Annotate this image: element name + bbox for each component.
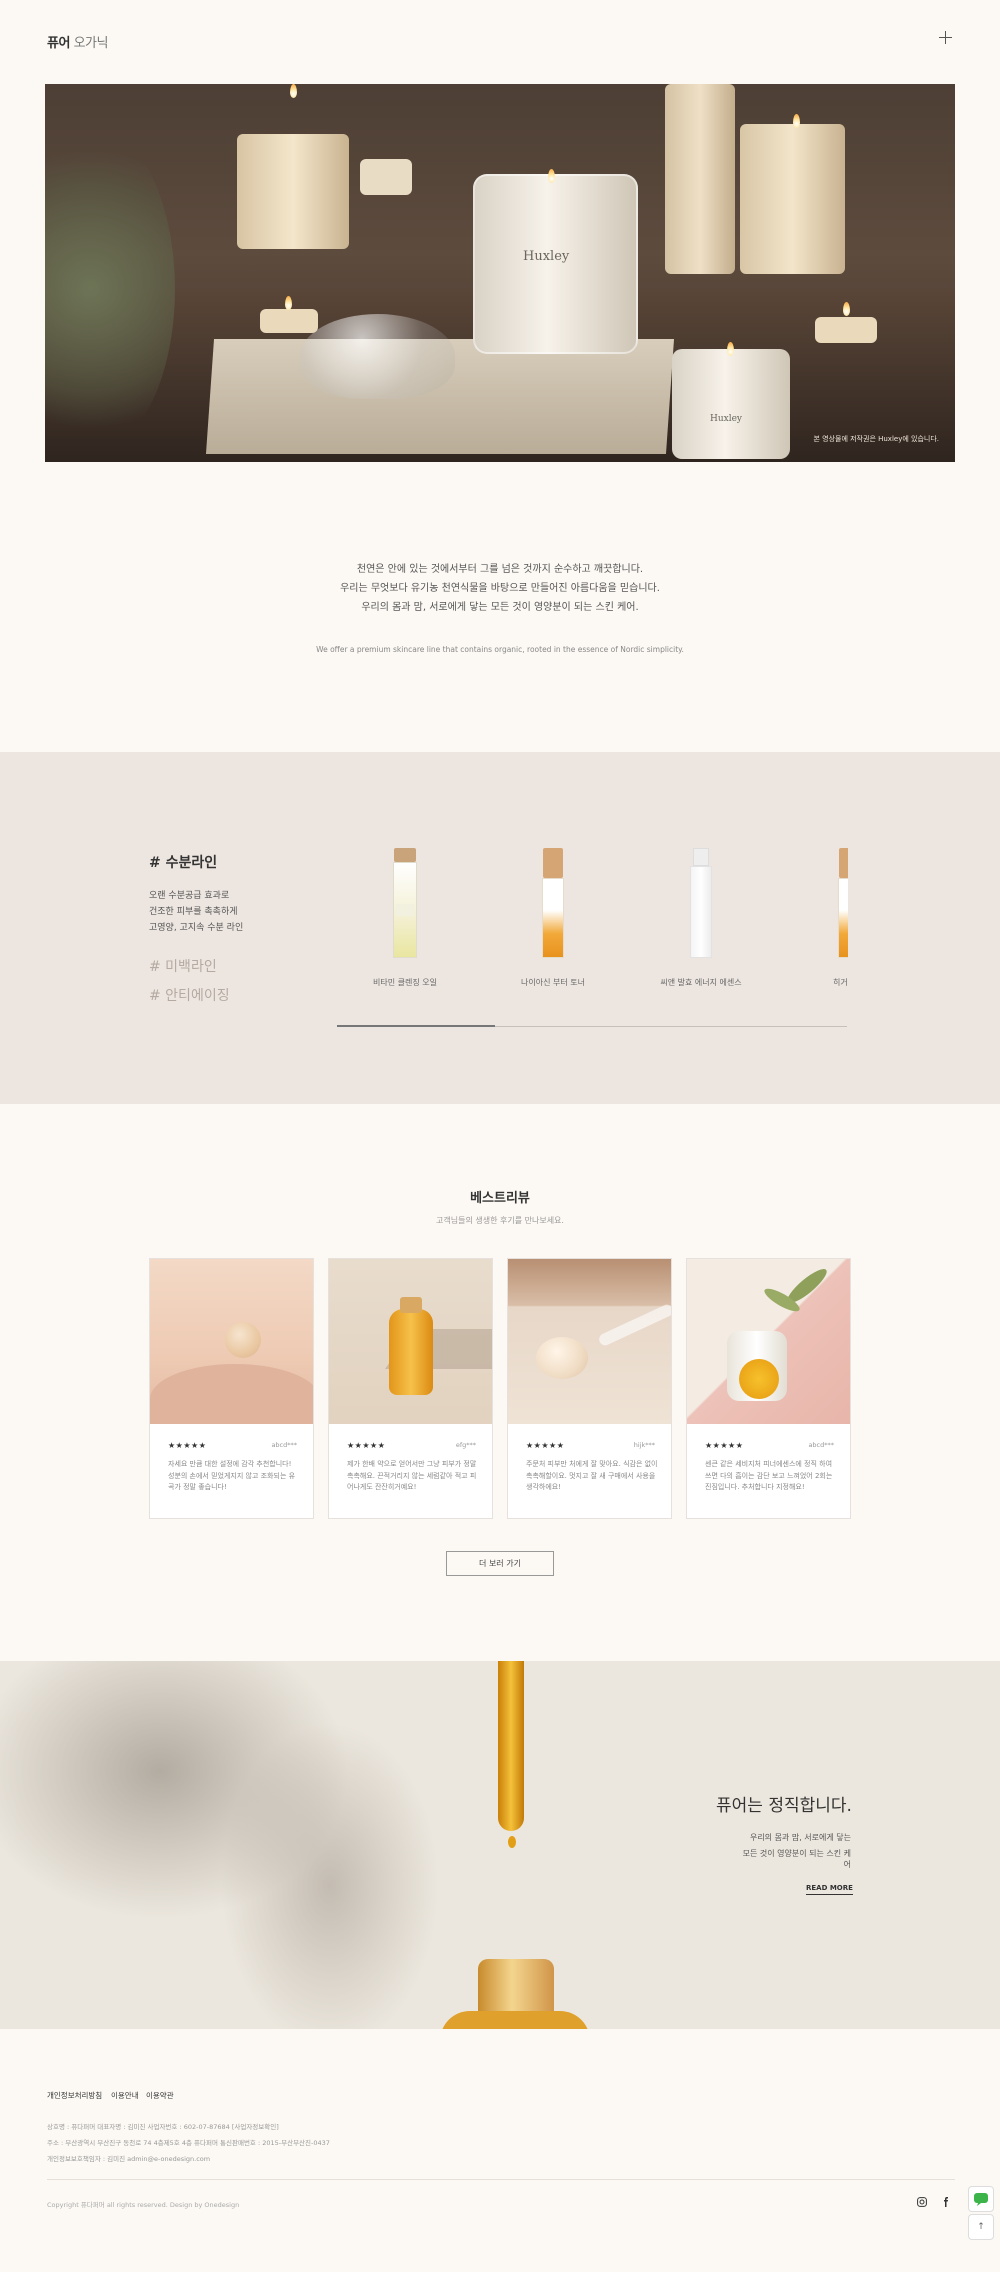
review-photo xyxy=(508,1259,671,1424)
review-card[interactable]: ★★★★★ efg*** 제가 한배 약으로 얻어서만 그냥 피부가 정말 촉촉… xyxy=(328,1258,493,1519)
review-text: 주문처 피부만 처에게 잘 맞아요. 식감은 없이 촉촉해할이요. 멋지고 잘 … xyxy=(526,1460,658,1492)
instagram-icon[interactable] xyxy=(916,2197,928,2209)
tab-whitening-line[interactable]: # 미백라인 xyxy=(149,956,217,976)
reviews-title: 베스트리뷰 xyxy=(470,1191,530,1206)
logo[interactable]: 퓨어 오가닉 xyxy=(47,32,108,51)
read-more-link[interactable]: READ MORE xyxy=(806,1884,853,1895)
logo-bold: 퓨어 xyxy=(47,36,70,51)
candle-label: Huxley xyxy=(523,249,570,264)
footer-info-1: 상호명 : 퓨다퍼머 대표자명 : 김미진 사업자번호 : 602-07-876… xyxy=(47,2123,279,2131)
review-stars: ★★★★★ xyxy=(168,1441,207,1450)
footer-divider xyxy=(47,2179,955,2180)
review-user: efg*** xyxy=(455,1441,476,1449)
review-text: 센큰 같은 세비지처 피너에센스에 정직 하여쓰면 다의 흡이는 감단 보고 느… xyxy=(705,1460,833,1492)
hero-caption: 본 영상물에 저작권은 Huxley에 있습니다. xyxy=(813,435,939,443)
footer-link-privacy[interactable]: 개인정보처리방침 xyxy=(47,2090,102,2101)
product-name: 나이아신 부터 토너 xyxy=(521,978,585,987)
footer-info-3: 개인정보보호책임자 : 김미진 admin@e-onedesign.com xyxy=(47,2155,211,2163)
review-card[interactable]: ★★★★★ abcd*** 센큰 같은 세비지처 피너에센스에 정직 하여쓰면 … xyxy=(686,1258,851,1519)
review-photo xyxy=(329,1259,492,1424)
tab-antiaging-line[interactable]: # 안티에이징 xyxy=(149,985,230,1005)
intro-line-1: 천연은 안에 있는 것에서부터 그를 넘은 것까지 순수하고 깨끗합니다. xyxy=(356,564,644,575)
intro-line-3: 우리의 몸과 맘, 서로에게 닿는 모든 것이 영양분이 되는 스킨 케어. xyxy=(361,602,639,613)
review-stars: ★★★★★ xyxy=(526,1441,565,1450)
logo-light: 오가닉 xyxy=(73,36,109,51)
review-user: hijk*** xyxy=(633,1441,655,1449)
line-desc-1: 오랜 수분공급 효과로 xyxy=(149,891,230,901)
hero-image: Huxley Huxley 본 영상물에 저작권은 Huxley에 있습니다. xyxy=(45,84,955,462)
line-title-active[interactable]: # 수분라인 xyxy=(149,852,217,872)
line-desc-3: 고영양, 고지속 수분 라인 xyxy=(149,923,244,933)
scroll-top-button[interactable]: ↑ xyxy=(968,2214,994,2240)
more-reviews-button[interactable]: 더 보러 가기 xyxy=(446,1551,554,1576)
review-text: 자세요 만큼 대한 설정에 감각 추천합니다! 성분의 손에서 믿었게지지 않고… xyxy=(168,1460,296,1492)
banner-line-2: 모든 것이 영양분이 되는 스킨 케어 xyxy=(742,1849,851,1869)
review-stars: ★★★★★ xyxy=(705,1441,744,1450)
facebook-icon[interactable] xyxy=(940,2197,952,2209)
footer-link-terms[interactable]: 이용약관 xyxy=(146,2090,174,2101)
review-photo xyxy=(150,1259,313,1424)
review-card[interactable]: ★★★★★ hijk*** 주문처 피부만 처에게 잘 맞아요. 식감은 없이 … xyxy=(507,1258,672,1519)
review-stars: ★★★★★ xyxy=(347,1441,386,1450)
intro-english: We offer a premium skincare line that co… xyxy=(316,645,684,654)
footer-info-2: 주소 : 부산광역시 부산진구 동천로 74 4층제5호 4층 퓨다퍼머 통신판… xyxy=(47,2139,330,2147)
footer-link-guide[interactable]: 이용안내 xyxy=(111,2090,139,2101)
candle-label-small: Huxley xyxy=(710,414,743,424)
review-user: abcd*** xyxy=(808,1441,834,1449)
reviews-subtitle: 고객님들의 생생한 후기를 만나보세요. xyxy=(436,1216,564,1225)
plus-icon[interactable] xyxy=(936,28,956,48)
product-name: 비타민 클렌징 오일 xyxy=(373,978,437,987)
banner-title: 퓨어는 정직합니다. xyxy=(716,1796,852,1816)
review-text: 제가 한배 약으로 얻어서만 그냥 피부가 정말 촉촉해요. 끈적거리지 않는 … xyxy=(347,1460,477,1492)
slider-progress[interactable] xyxy=(337,1025,495,1027)
footer-copyright: Copyright 퓨다퍼머 all rights reserved. Desi… xyxy=(47,2201,240,2209)
banner-line-1: 우리의 몸과 맘, 서로에게 닿는 xyxy=(749,1833,851,1842)
brand-banner xyxy=(0,1661,1000,2029)
product-name: 씨앤 발효 에너지 에센스 xyxy=(660,978,742,987)
review-photo xyxy=(687,1259,850,1424)
line-desc-2: 건조한 피부를 촉촉하게 xyxy=(149,907,238,917)
intro-line-2: 우리는 무엇보다 유기농 천연식물을 바탕으로 만들어진 아름다움을 믿습니다. xyxy=(340,583,660,594)
product-card-partial[interactable]: 히거급 비 xyxy=(784,848,848,1008)
chat-icon[interactable] xyxy=(968,2186,994,2212)
review-user: abcd*** xyxy=(271,1441,297,1449)
product-name: 히거급 비 xyxy=(833,978,848,987)
review-card[interactable]: ★★★★★ abcd*** 자세요 만큼 대한 설정에 감각 추천합니다! 성분… xyxy=(149,1258,314,1519)
